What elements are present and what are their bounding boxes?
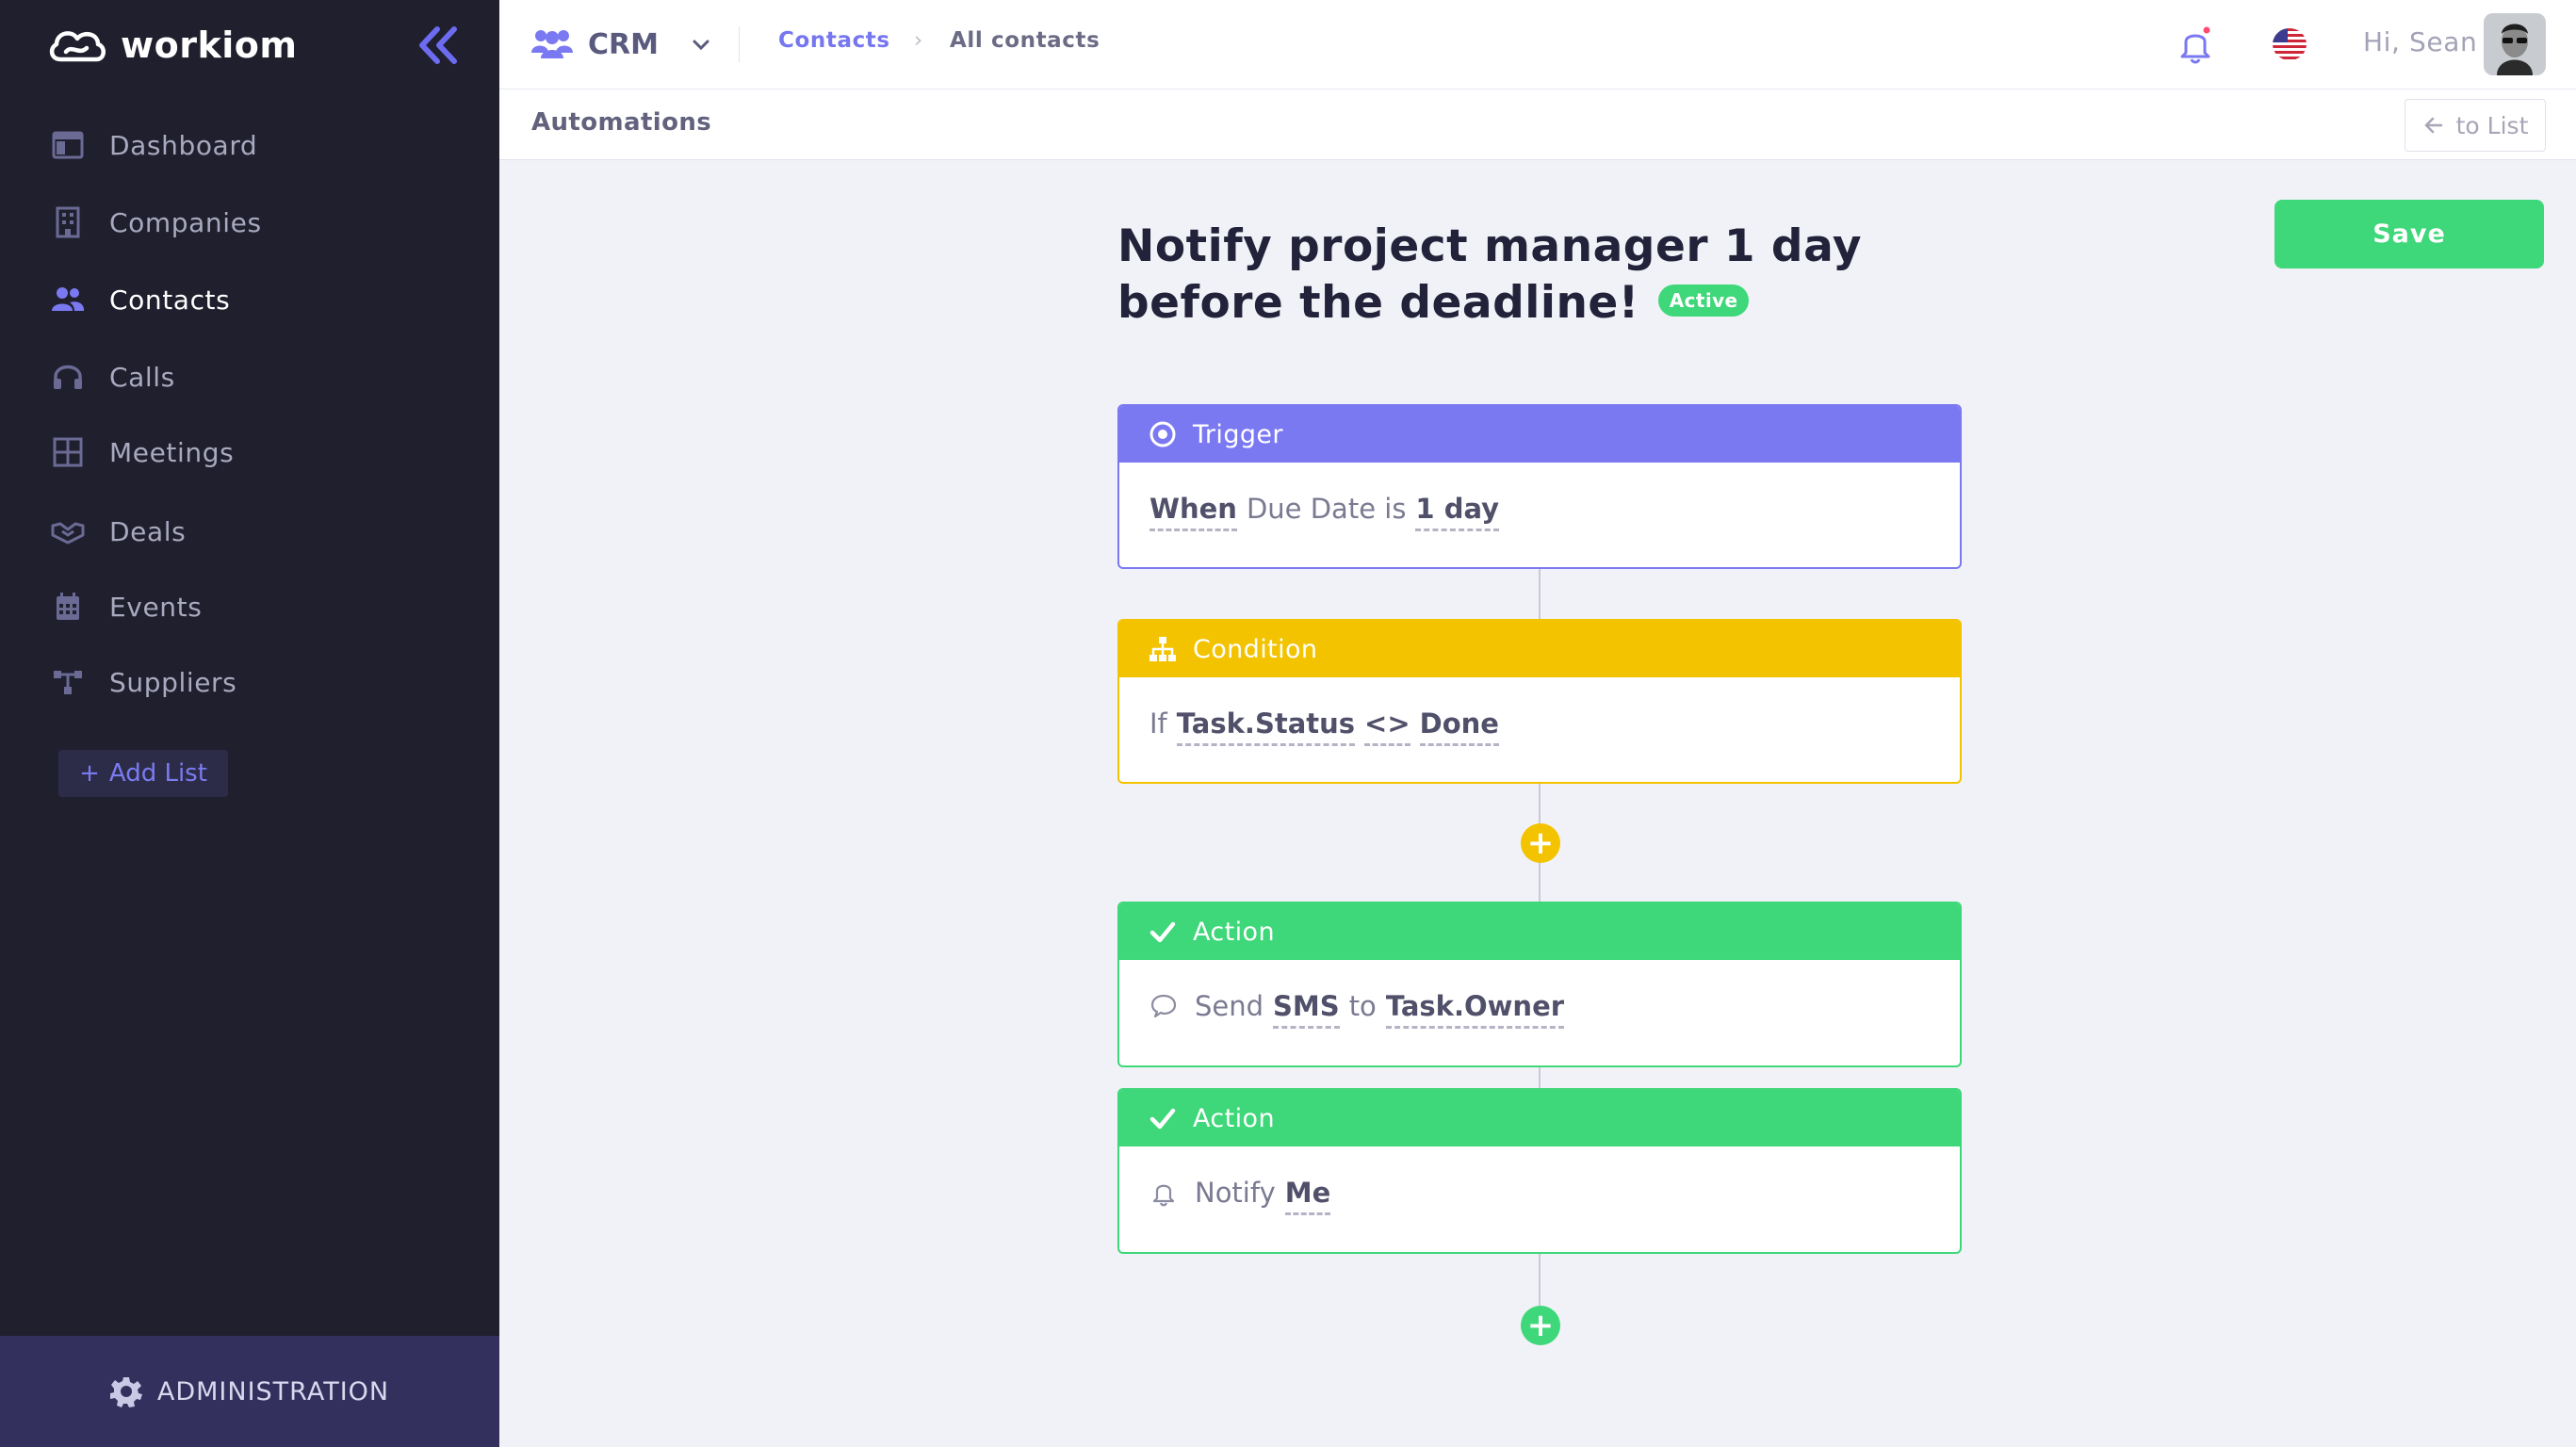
sidebar-item-suppliers[interactable]: Suppliers xyxy=(0,652,499,712)
divider xyxy=(739,26,740,62)
headset-icon xyxy=(49,358,87,396)
sub-header: Automations to List xyxy=(499,89,2576,160)
trigger-value-token[interactable]: 1 day xyxy=(1415,493,1500,531)
trigger-body: When Due Date is 1 day xyxy=(1119,463,1960,566)
building-icon xyxy=(49,203,87,241)
bell-icon xyxy=(1152,1184,1175,1207)
action-to-text: to xyxy=(1348,990,1377,1022)
sidebar-item-deals[interactable]: Deals xyxy=(0,501,499,561)
sidebar-item-label: Events xyxy=(109,591,203,623)
sidebar-item-label: Contacts xyxy=(109,284,231,316)
action-body: Notify Me xyxy=(1119,1146,1960,1250)
user-greeting: Hi, Sean xyxy=(2363,26,2478,57)
condition-label: Condition xyxy=(1193,634,1318,664)
breadcrumb-separator: › xyxy=(914,28,923,53)
add-step-button[interactable]: + xyxy=(1521,1306,1560,1345)
double-chevron-left-icon xyxy=(419,26,457,64)
sidebar-item-label: Suppliers xyxy=(109,666,237,698)
sidebar-item-events[interactable]: Events xyxy=(0,577,499,637)
app-switcher[interactable]: CRM xyxy=(530,23,713,66)
to-list-button[interactable]: to List xyxy=(2405,99,2546,152)
handshake-icon xyxy=(49,512,87,550)
users-group-icon xyxy=(531,30,573,58)
avatar[interactable] xyxy=(2484,13,2546,75)
add-list-label: Add List xyxy=(108,759,207,788)
breadcrumb-all-contacts[interactable]: All contacts xyxy=(950,28,1100,53)
status-badge: Active xyxy=(1657,284,1750,317)
sidebar-item-contacts[interactable]: Contacts xyxy=(0,269,499,330)
us-flag-icon[interactable] xyxy=(2273,28,2307,60)
action-verb-text: Send xyxy=(1195,990,1264,1022)
users-icon xyxy=(49,281,87,318)
page-title: Automations xyxy=(531,108,712,137)
grid-icon xyxy=(49,433,87,471)
sidebar-item-dashboard[interactable]: Dashboard xyxy=(0,115,499,175)
sidebar-item-calls[interactable]: Calls xyxy=(0,347,499,407)
action-body: Send SMS to Task.Owner xyxy=(1119,960,1960,1064)
condition-header: Condition xyxy=(1119,621,1960,677)
arrow-left-icon xyxy=(2424,117,2442,134)
sitemap-icon xyxy=(1149,637,1176,661)
automation-title: Notify project manager 1 day before the … xyxy=(1117,219,1965,332)
condition-field-token[interactable]: Task.Status xyxy=(1176,707,1356,746)
calendar-icon xyxy=(49,588,87,626)
collapse-sidebar-button[interactable] xyxy=(413,21,464,70)
gear-icon xyxy=(109,1377,142,1407)
action-target-token[interactable]: Me xyxy=(1284,1177,1331,1215)
trigger-field-text: Due Date is xyxy=(1246,493,1407,525)
sidebar-item-label: Companies xyxy=(109,206,262,238)
condition-operator-token[interactable]: <> xyxy=(1364,707,1410,746)
action-target-token[interactable]: Task.Owner xyxy=(1385,990,1565,1029)
sidebar-item-label: Dashboard xyxy=(109,129,258,161)
check-icon xyxy=(1149,921,1176,943)
brand-logo[interactable]: workiom xyxy=(45,21,297,70)
check-icon xyxy=(1149,1108,1176,1130)
trigger-label: Trigger xyxy=(1193,419,1283,449)
breadcrumb-contacts[interactable]: Contacts xyxy=(778,28,890,53)
action-header: Action xyxy=(1119,1090,1960,1146)
app-name: CRM xyxy=(588,27,659,61)
cloud-logo-icon xyxy=(49,31,106,62)
brand-name: workiom xyxy=(121,24,298,66)
add-step-button[interactable]: + xyxy=(1521,823,1560,863)
condition-value-token[interactable]: Done xyxy=(1419,707,1499,746)
save-button[interactable]: Save xyxy=(2274,200,2544,268)
administration-label: ADMINISTRATION xyxy=(156,1376,390,1406)
top-bar: CRM Contacts › All contacts Hi, Sean xyxy=(499,0,2576,89)
action-channel-token[interactable]: SMS xyxy=(1273,990,1340,1029)
trigger-card[interactable]: Trigger When Due Date is 1 day xyxy=(1117,404,1962,569)
sidebar-item-meetings[interactable]: Meetings xyxy=(0,422,499,482)
plus-icon: + xyxy=(79,759,100,788)
sidebar: workiom Dashboard Companies Contacts Cal… xyxy=(0,0,499,1447)
chat-bubble-icon xyxy=(1150,994,1177,1018)
sidebar-item-label: Meetings xyxy=(109,436,235,468)
flow-connector xyxy=(1539,1254,1541,1306)
sidebar-item-label: Deals xyxy=(109,515,187,547)
notification-bell-icon[interactable] xyxy=(2177,24,2214,64)
action-card-send-sms[interactable]: Action Send SMS to Task.Owner xyxy=(1117,902,1962,1067)
flow-connector xyxy=(1539,569,1541,619)
add-list-button[interactable]: + Add List xyxy=(58,750,228,797)
action-verb-text: Notify xyxy=(1195,1177,1276,1209)
target-icon xyxy=(1149,421,1176,447)
automation-title-text[interactable]: Notify project manager 1 day before the … xyxy=(1117,220,1862,329)
sidebar-item-companies[interactable]: Companies xyxy=(0,192,499,252)
action-card-notify[interactable]: Action Notify Me xyxy=(1117,1088,1962,1254)
action-label: Action xyxy=(1193,1103,1275,1133)
sidebar-item-label: Calls xyxy=(109,361,175,393)
dashboard-icon xyxy=(49,126,87,164)
action-header: Action xyxy=(1119,903,1960,960)
condition-if-text: If xyxy=(1149,707,1167,740)
trigger-header: Trigger xyxy=(1119,406,1960,463)
to-list-label: to List xyxy=(2455,111,2529,139)
condition-card[interactable]: Condition If Task.Status <> Done xyxy=(1117,619,1962,784)
condition-body: If Task.Status <> Done xyxy=(1119,677,1960,781)
chevron-down-icon xyxy=(693,40,709,51)
administration-button[interactable]: ADMINISTRATION xyxy=(0,1336,499,1447)
action-label: Action xyxy=(1193,917,1275,947)
network-icon xyxy=(49,663,87,701)
trigger-when-token[interactable]: When xyxy=(1149,493,1237,531)
flow-connector xyxy=(1539,1067,1541,1088)
